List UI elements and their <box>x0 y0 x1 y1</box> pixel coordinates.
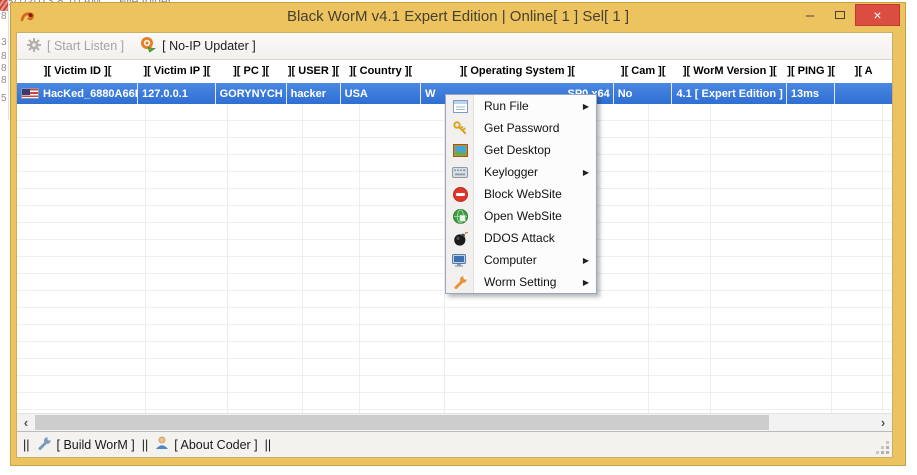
table-header-row: ][ Victim ID ][ ][ Victim IP ][ ][ PC ][… <box>17 60 892 83</box>
cell-cam: No <box>614 83 673 104</box>
desktop-picture-icon <box>446 144 474 157</box>
separator: || <box>23 438 30 452</box>
wrench-orange-icon <box>446 275 474 290</box>
column-header-victim-id[interactable]: ][ Victim ID ][ <box>17 60 138 83</box>
status-bar: || [ Build WorM ] || <box>17 431 892 457</box>
column-header-cam[interactable]: ][ Cam ][ <box>614 60 673 83</box>
gridline <box>145 104 146 413</box>
gridline <box>227 104 228 413</box>
build-worm-label: [ Build WorM ] <box>57 438 135 452</box>
title-bar: Black WorM v4.1 Expert Edition | Online[… <box>11 3 905 32</box>
background-digit: 8 <box>1 11 9 22</box>
scroll-right-button[interactable]: › <box>874 414 892 431</box>
close-button[interactable]: × <box>855 4 900 26</box>
noip-updater-label: [ No-IP Updater ] <box>162 39 256 53</box>
menu-item-block-website[interactable]: Block WebSite <box>446 183 596 205</box>
submenu-arrow-icon: ▶ <box>583 256 589 265</box>
start-listen-label: [ Start Listen ] <box>47 39 124 53</box>
background-hatch <box>0 0 8 11</box>
maximize-icon <box>835 11 845 19</box>
column-header-user[interactable]: ][ USER ][ <box>287 60 341 83</box>
cell-country: USA <box>341 83 421 104</box>
separator: || <box>142 438 149 452</box>
scrollbar-thumb[interactable] <box>35 415 769 430</box>
menu-item-computer[interactable]: Computer ▶ <box>446 249 596 271</box>
context-menu: Run File ▶ Get Password Get Desktop <box>445 94 597 294</box>
minimize-button[interactable]: – <box>795 4 825 26</box>
keyboard-icon <box>446 167 474 178</box>
submenu-arrow-icon: ▶ <box>583 278 589 287</box>
column-header-av[interactable]: ][ A <box>835 60 892 83</box>
noip-updater-button[interactable]: [ No-IP Updater ] <box>140 36 256 56</box>
horizontal-scrollbar[interactable]: ‹ › <box>17 413 892 431</box>
background-digit: 8 <box>1 63 9 74</box>
gridline <box>831 104 832 413</box>
menu-item-get-password[interactable]: Get Password <box>446 117 596 139</box>
gridline <box>710 104 711 413</box>
noip-updater-icon <box>140 36 157 56</box>
menu-item-get-desktop[interactable]: Get Desktop <box>446 139 596 161</box>
column-header-worm-version[interactable]: ][ WorM Version ][ <box>673 60 787 83</box>
cell-ping: 13ms <box>787 83 835 104</box>
build-worm-button[interactable]: [ Build WorM ] <box>37 436 135 454</box>
bomb-icon <box>446 231 474 246</box>
column-header-victim-ip[interactable]: ][ Victim IP ][ <box>138 60 216 83</box>
globe-icon <box>446 209 474 224</box>
column-header-pc[interactable]: ][ PC ][ <box>216 60 287 83</box>
submenu-arrow-icon: ▶ <box>583 102 589 111</box>
computer-icon <box>446 254 474 267</box>
background-digit: 8 <box>1 51 9 62</box>
gridline <box>302 104 303 413</box>
column-header-ping[interactable]: ][ PING ][ <box>787 60 835 83</box>
cell-pc: GORYNYCH <box>216 83 287 104</box>
background-digit: 5 <box>1 93 9 104</box>
column-header-operating-system[interactable]: ][ Operating System ][ <box>421 60 614 83</box>
gridline <box>359 104 360 413</box>
menu-item-open-website[interactable]: Open WebSite <box>446 205 596 227</box>
resize-grip[interactable] <box>886 451 889 454</box>
person-icon <box>155 436 169 453</box>
column-header-country[interactable]: ][ Country ][ <box>341 60 421 83</box>
toolbar: [ Start Listen ] [ No-IP Updater ] <box>17 33 892 60</box>
key-icon <box>446 120 474 136</box>
separator: || <box>265 438 272 452</box>
about-coder-label: [ About Coder ] <box>174 438 257 452</box>
scroll-left-button[interactable]: ‹ <box>17 414 35 431</box>
about-coder-button[interactable]: [ About Coder ] <box>155 436 257 453</box>
maximize-button[interactable] <box>825 4 855 26</box>
menu-item-run-file[interactable]: Run File ▶ <box>446 95 596 117</box>
cell-victim-id: HacKed_6880A66D <box>17 83 138 104</box>
menu-item-worm-setting[interactable]: Worm Setting ▶ <box>446 271 596 293</box>
gear-icon <box>26 37 42 56</box>
gridline <box>882 104 883 413</box>
submenu-arrow-icon: ▶ <box>583 168 589 177</box>
start-listen-button[interactable]: [ Start Listen ] <box>26 37 124 56</box>
menu-item-ddos-attack[interactable]: DDOS Attack <box>446 227 596 249</box>
wrench-icon <box>37 436 52 454</box>
background-digit: 3 <box>1 37 9 48</box>
gridline <box>648 104 649 413</box>
window-title: Black WorM v4.1 Expert Edition | Online[… <box>11 8 905 25</box>
background-digit: 8 <box>1 75 9 86</box>
cell-av <box>835 83 892 104</box>
usa-flag-icon <box>21 88 39 99</box>
run-file-icon <box>446 100 474 113</box>
cell-victim-ip: 127.0.0.1 <box>138 83 216 104</box>
cell-user: hacker <box>287 83 341 104</box>
menu-item-keylogger[interactable]: Keylogger ▶ <box>446 161 596 183</box>
cell-worm-version: 4.1 [ Expert Edition ] <box>672 83 786 104</box>
block-icon <box>446 187 474 202</box>
